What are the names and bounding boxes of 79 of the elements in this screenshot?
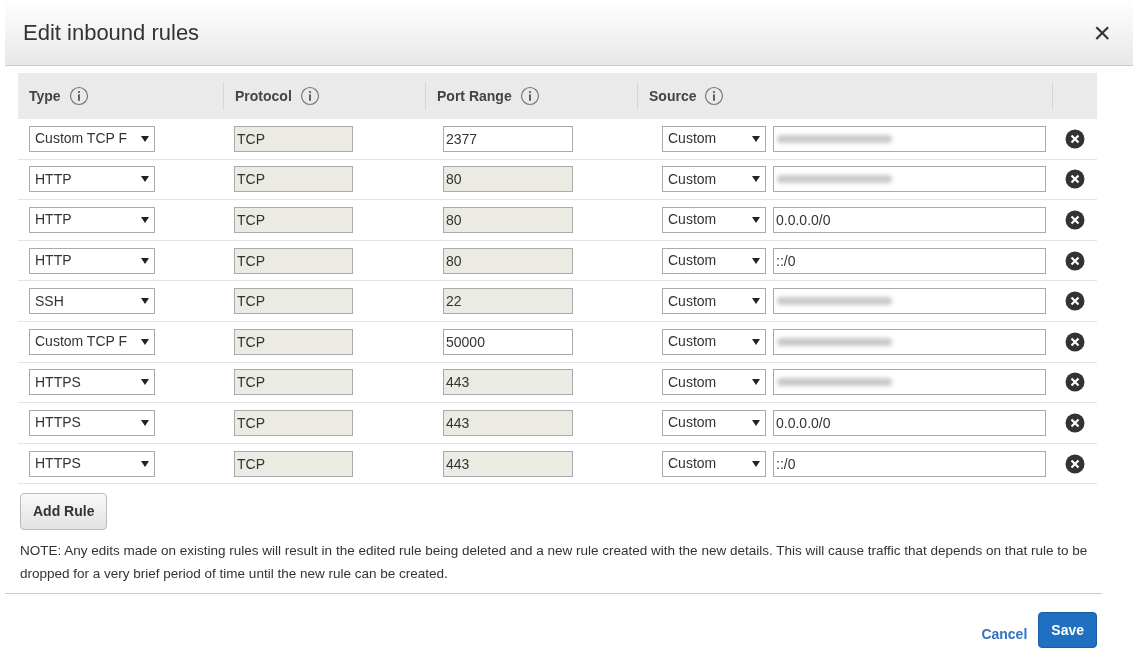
column-header: Protocol (235, 86, 292, 106)
remove-icon[interactable] (1064, 331, 1085, 352)
info-icon[interactable] (519, 86, 540, 106)
dropdown[interactable]: SSH (29, 288, 155, 315)
caret-icon (141, 135, 149, 142)
caret-icon (752, 460, 760, 467)
caret-icon (752, 257, 760, 264)
column-header: Type (29, 86, 61, 106)
caret-icon (141, 217, 149, 223)
input-field[interactable]: TCP (234, 328, 353, 355)
remove-icon[interactable] (1064, 128, 1085, 149)
caret-icon (752, 419, 760, 426)
caret-icon (141, 460, 149, 467)
dialog-title: Edit inbound rules (23, 19, 200, 47)
input-field[interactable]: TCP (234, 207, 353, 233)
caret-icon (752, 338, 760, 345)
remove-icon[interactable] (1064, 250, 1085, 271)
dropdown[interactable]: Custom TCP F (29, 125, 155, 152)
dropdown[interactable]: HTTPS (29, 450, 155, 477)
column-header: Port Range (437, 86, 512, 106)
dropdown[interactable]: Custom (662, 125, 766, 152)
dropdown[interactable]: Custom (662, 369, 766, 396)
caret-icon (141, 379, 149, 386)
input-field[interactable]: TCP (234, 409, 353, 436)
input-field[interactable]: ::/0 (773, 450, 1046, 477)
dropdown[interactable]: Custom (662, 409, 766, 436)
dropdown[interactable]: HTTPS (29, 369, 155, 396)
remove-icon[interactable] (1064, 453, 1085, 474)
remove-icon[interactable] (1064, 291, 1085, 312)
dropdown[interactable]: HTTP (29, 166, 155, 193)
input-field[interactable]: TCP (234, 166, 353, 193)
caret-icon (752, 298, 760, 305)
add-rule-button[interactable]: Add Rule (20, 493, 108, 531)
dropdown[interactable]: Custom (662, 450, 766, 477)
dropdown[interactable]: Custom (662, 328, 766, 355)
blurred-input-field[interactable] (773, 288, 1046, 315)
blurred-input-field[interactable] (773, 328, 1046, 355)
caret-icon (752, 176, 760, 183)
caret-icon (141, 176, 149, 183)
dropdown[interactable]: Custom (662, 166, 766, 193)
dropdown[interactable]: HTTP (29, 247, 155, 274)
caret-icon (752, 379, 760, 386)
close-button[interactable]: × (1093, 17, 1111, 48)
caret-icon (141, 298, 149, 305)
input-field[interactable]: 0.0.0.0/0 (773, 409, 1046, 436)
cancel-link[interactable]: Cancel (981, 623, 1028, 645)
input-field[interactable]: ::/0 (773, 247, 1046, 274)
caret-icon (752, 135, 760, 142)
dropdown[interactable]: Custom TCP F (29, 328, 155, 355)
info-icon[interactable] (704, 86, 725, 106)
input-field[interactable]: 0.0.0.0/0 (773, 207, 1046, 233)
input-field[interactable]: 50000 (443, 328, 573, 355)
input-field[interactable]: TCP (234, 288, 353, 315)
input-field[interactable]: TCP (234, 247, 353, 274)
dropdown[interactable]: Custom (662, 288, 766, 315)
input-field[interactable]: TCP (234, 450, 353, 477)
caret-icon (141, 257, 149, 264)
dropdown[interactable]: Custom (662, 247, 766, 274)
info-icon[interactable] (299, 86, 320, 106)
input-field[interactable]: 2377 (443, 125, 573, 152)
dropdown[interactable]: HTTP (29, 207, 155, 233)
remove-icon[interactable] (1064, 169, 1085, 190)
blurred-input-field[interactable] (773, 369, 1046, 396)
info-icon[interactable] (68, 86, 89, 106)
caret-icon (141, 419, 149, 426)
blurred-input-field[interactable] (773, 125, 1046, 152)
column-header: Source (649, 86, 697, 106)
dropdown[interactable]: HTTPS (29, 409, 155, 436)
remove-icon[interactable] (1064, 412, 1085, 433)
dropdown[interactable]: Custom (662, 207, 766, 233)
input-field[interactable]: TCP (234, 369, 353, 396)
remove-icon[interactable] (1064, 210, 1085, 230)
note-text: NOTE: Any edits made on existing rules will result in the edited rule being deleted and a new rule created with the new details. This will cause traffic that depends on that rule to be dropped for a very brief period of time until the new rule can be created. (20, 542, 1089, 584)
caret-icon (752, 217, 760, 223)
input-field[interactable]: TCP (234, 125, 353, 152)
remove-icon[interactable] (1064, 372, 1085, 393)
blurred-input-field[interactable] (773, 166, 1046, 193)
save-button[interactable]: Save (1038, 612, 1097, 649)
caret-icon (141, 338, 149, 345)
